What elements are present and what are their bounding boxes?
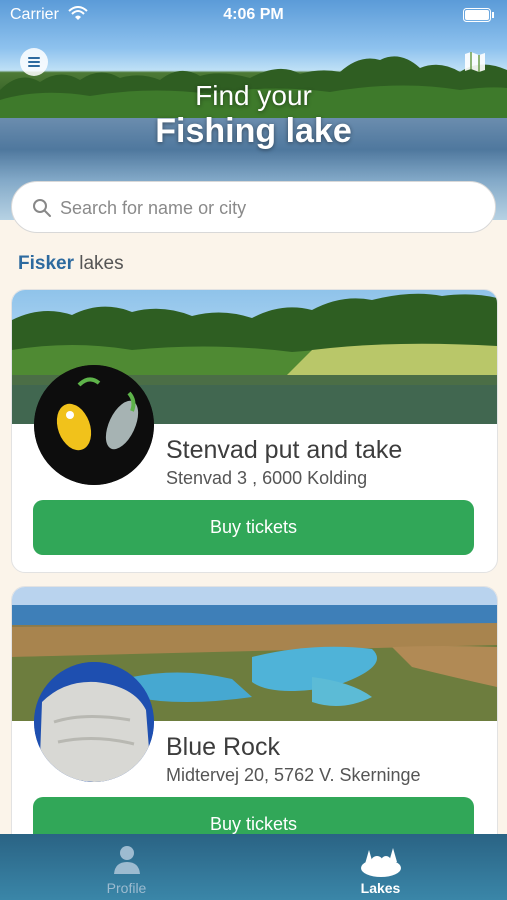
tab-bar: Profile Lakes xyxy=(0,834,507,900)
battery-icon xyxy=(463,8,494,22)
lake-address: Stenvad 3 , 6000 Kolding xyxy=(166,468,368,488)
clock: 4:06 PM xyxy=(223,6,284,23)
section-title-brand: Fisker xyxy=(18,253,74,274)
lake-card[interactable]: Stenvad put and take Stenvad 3 , 6000 Ko… xyxy=(11,289,498,573)
tab-lakes[interactable]: Lakes xyxy=(254,834,507,900)
buy-tickets-button[interactable]: Buy tickets xyxy=(33,500,474,555)
lake-address: Midtervej 20, 5762 V. Skerninge xyxy=(166,765,421,785)
menu-button[interactable] xyxy=(20,48,48,76)
stenvad-logo xyxy=(34,365,154,485)
tab-profile-label: Profile xyxy=(106,880,147,896)
section-title-label: lakes xyxy=(79,253,124,274)
status-bar: Carrier 4:06 PM xyxy=(0,0,507,30)
hero-title-line2: Fishing lake xyxy=(155,112,352,150)
map-icon[interactable] xyxy=(463,50,487,74)
search-bar[interactable] xyxy=(11,181,496,233)
section-title: Fisker lakes xyxy=(18,253,124,275)
lake-name: Stenvad put and take xyxy=(166,436,403,464)
menu-icon xyxy=(28,57,40,67)
search-icon xyxy=(33,199,51,217)
hero-title-line1: Find your xyxy=(195,80,312,111)
blue-rock-logo xyxy=(34,662,154,782)
tab-lakes-label: Lakes xyxy=(360,880,401,896)
person-icon xyxy=(113,846,140,874)
lake-icon xyxy=(360,848,401,877)
search-input[interactable] xyxy=(58,192,482,224)
tab-profile[interactable]: Profile xyxy=(0,834,253,900)
lake-name: Blue Rock xyxy=(166,733,280,761)
hero-title: Find your Fishing lake xyxy=(0,80,507,150)
